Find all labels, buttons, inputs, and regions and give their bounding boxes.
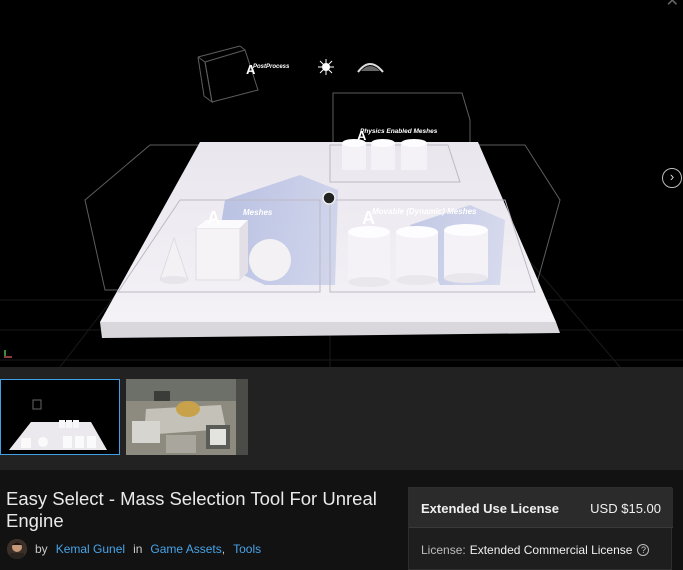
label-movable: Movable (Dynamic) Meshes <box>372 207 477 216</box>
scene-render: A PostProcess A Physics Enabled Meshes A… <box>0 45 683 367</box>
media-viewer[interactable]: A PostProcess A Physics Enabled Meshes A… <box>0 0 683 367</box>
physics-meshes <box>342 139 427 170</box>
license-price: USD $15.00 <box>590 501 661 516</box>
license-panel: Extended Use License USD $15.00 License:… <box>408 487 673 570</box>
product-info: Easy Select - Mass Selection Tool For Un… <box>0 470 683 570</box>
license-name: Extended Use License <box>421 501 559 516</box>
thumbnail-office-scene[interactable] <box>126 379 248 455</box>
byline: by Kemal Gunel in Game Assets, Tools <box>7 539 261 559</box>
thumbnail-level-overview[interactable] <box>0 379 120 455</box>
svg-text:A: A <box>207 208 220 228</box>
subcategory-link[interactable]: Tools <box>233 542 261 556</box>
license-label: License: <box>421 543 466 557</box>
byline-in: in <box>133 542 143 556</box>
author-link[interactable]: Kemal Gunel <box>56 542 125 556</box>
avatar-image <box>7 539 27 559</box>
movable-meshes <box>348 224 488 287</box>
label-physics: Physics Enabled Meshes <box>360 128 438 135</box>
product-title: Easy Select - Mass Selection Tool For Un… <box>6 488 377 531</box>
license-header[interactable]: Extended Use License USD $15.00 <box>409 488 673 528</box>
help-icon[interactable]: ? <box>637 544 650 556</box>
license-value: Extended Commercial License <box>469 543 633 557</box>
chevron-right-icon[interactable]: › <box>662 168 682 188</box>
category-link[interactable]: Game Assets <box>150 542 221 556</box>
avatar[interactable] <box>7 539 27 559</box>
license-row: License: Extended Commercial License ? <box>421 543 650 557</box>
thumbnail-image <box>126 379 248 455</box>
label-static: Meshes <box>243 208 273 217</box>
byline-by: by <box>35 542 48 556</box>
close-icon[interactable]: ✕ <box>666 0 679 10</box>
category-separator: , <box>221 542 226 556</box>
product-page: A PostProcess A Physics Enabled Meshes A… <box>0 0 683 570</box>
label-postprocess: PostProcess <box>253 64 290 70</box>
thumbnail-strip <box>0 367 683 470</box>
thumbnail-image <box>1 380 119 454</box>
